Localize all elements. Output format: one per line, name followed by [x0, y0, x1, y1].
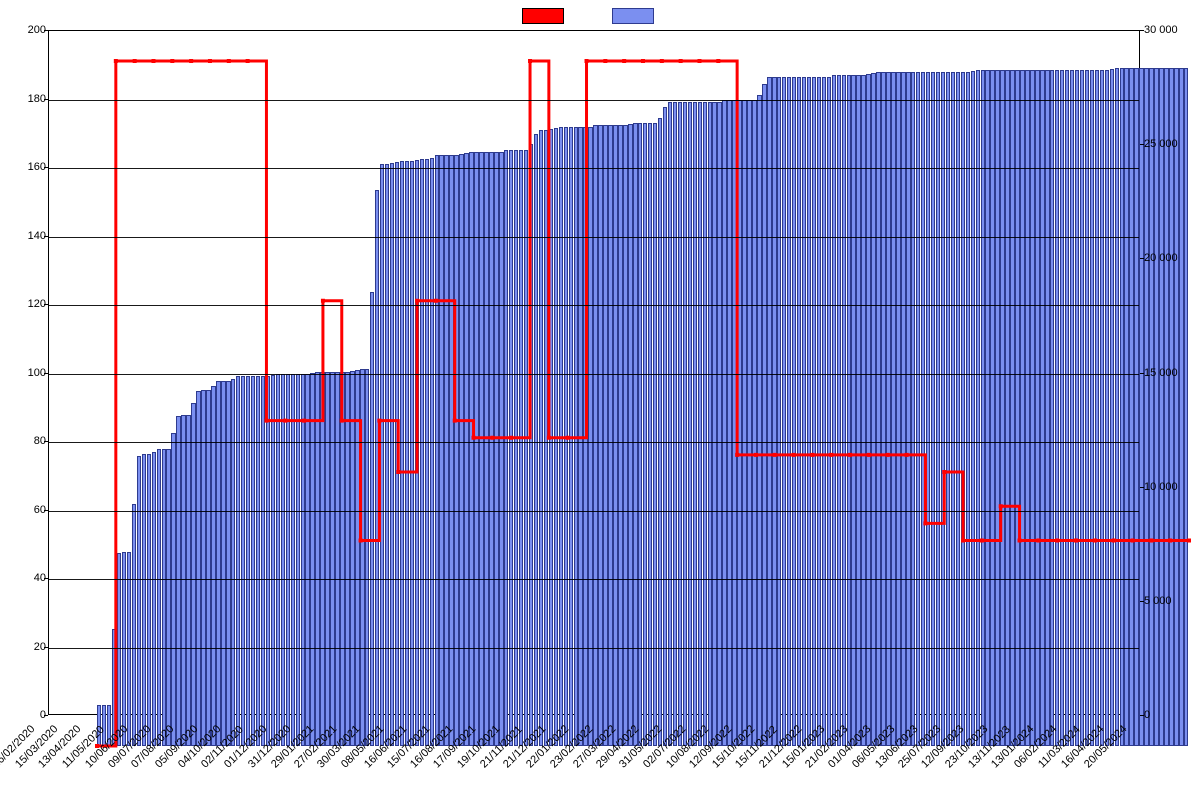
ytick-right: 25 000 — [1144, 138, 1200, 150]
legend-swatch-bars — [612, 8, 654, 24]
line-marker — [340, 419, 344, 423]
line-marker — [622, 59, 626, 63]
line-marker — [1018, 539, 1022, 543]
ytick-left: 200 — [6, 24, 46, 36]
line-marker — [359, 539, 363, 543]
line-marker — [660, 59, 664, 63]
ytick-right: 5 000 — [1144, 595, 1200, 607]
ytick-left: 100 — [6, 367, 46, 379]
line-marker — [1168, 539, 1172, 543]
line-marker — [905, 453, 909, 457]
line-marker — [585, 59, 589, 63]
ytick-right: 30 000 — [1144, 24, 1200, 36]
line-marker — [509, 436, 513, 440]
line-marker — [679, 59, 683, 63]
line-marker — [472, 436, 476, 440]
line-marker — [434, 299, 438, 303]
line-marker — [566, 436, 570, 440]
ytick-left: 0 — [6, 709, 46, 721]
line-marker — [396, 470, 400, 474]
line-marker — [114, 59, 118, 63]
ytick-left: 40 — [6, 572, 46, 584]
ytick-left: 60 — [6, 504, 46, 516]
ytick-right: 10 000 — [1144, 481, 1200, 493]
line-marker — [792, 453, 796, 457]
line-marker — [133, 59, 137, 63]
line-marker — [227, 59, 231, 63]
line-marker — [999, 504, 1003, 508]
ytick-left: 20 — [6, 641, 46, 653]
line-marker — [170, 59, 174, 63]
line-marker — [453, 419, 457, 423]
line-marker — [528, 59, 532, 63]
legend — [0, 8, 1200, 24]
plot-area — [48, 30, 1140, 715]
ytick-right: 15 000 — [1144, 367, 1200, 379]
ytick-right: 20 000 — [1144, 252, 1200, 264]
line-marker — [773, 453, 777, 457]
line-marker — [151, 59, 155, 63]
ytick-left: 140 — [6, 230, 46, 242]
line-marker — [490, 436, 494, 440]
ytick-right: 0 — [1144, 709, 1200, 721]
line-marker — [1036, 539, 1040, 543]
line-marker — [321, 299, 325, 303]
line-marker — [810, 453, 814, 457]
ytick-left: 180 — [6, 93, 46, 105]
price-line — [97, 61, 1189, 746]
line-marker — [754, 453, 758, 457]
line-marker — [735, 453, 739, 457]
line-marker — [302, 419, 306, 423]
ytick-left: 160 — [6, 161, 46, 173]
line-marker — [848, 453, 852, 457]
line-marker — [603, 59, 607, 63]
line-marker — [829, 453, 833, 457]
line-marker — [246, 59, 250, 63]
line-marker — [697, 59, 701, 63]
line-marker — [980, 539, 984, 543]
line-marker — [415, 299, 419, 303]
line-marker — [547, 436, 551, 440]
line-marker — [923, 521, 927, 525]
line-marker — [377, 419, 381, 423]
line-marker — [1187, 539, 1191, 543]
line-marker — [1055, 539, 1059, 543]
line-marker — [264, 419, 268, 423]
line-marker — [208, 59, 212, 63]
line-marker — [942, 470, 946, 474]
dual-axis-chart: 0 20 40 60 80 100 120 140 160 180 200 0 5 000 10 000… — [0, 0, 1200, 800]
ytick-left: 120 — [6, 298, 46, 310]
line-marker — [1093, 539, 1097, 543]
line-layer — [97, 61, 1189, 746]
line-marker — [716, 59, 720, 63]
line-marker — [1131, 539, 1135, 543]
ytick-left: 80 — [6, 435, 46, 447]
line-marker — [1074, 539, 1078, 543]
line-marker — [189, 59, 193, 63]
line-marker — [886, 453, 890, 457]
line-marker — [961, 539, 965, 543]
line-marker — [1112, 539, 1116, 543]
line-marker — [641, 59, 645, 63]
line-marker — [1149, 539, 1153, 543]
line-marker — [867, 453, 871, 457]
legend-swatch-line — [522, 8, 564, 24]
line-marker — [283, 419, 287, 423]
